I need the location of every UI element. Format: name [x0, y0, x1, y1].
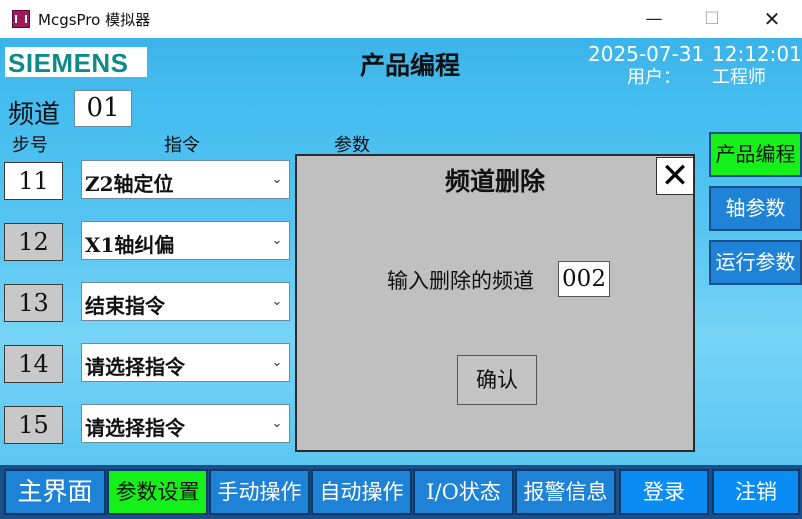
step-number-5[interactable]: 15 [4, 406, 63, 444]
bottom-nav-io-status[interactable]: I/O状态 [413, 469, 514, 515]
user-name: 工程师 [712, 67, 766, 88]
window-title: McgsPro 模拟器 [38, 11, 151, 29]
maximize-button[interactable]: ☐ [682, 0, 742, 38]
dialog-title: 频道删除 [444, 167, 545, 196]
command-value: X1轴纠偏 [85, 233, 175, 257]
delete-channel-dialog: 频道删除 ✕ 输入删除的频道 002 确认 [295, 154, 695, 452]
command-value: 结束指令 [85, 294, 165, 318]
channel-label: 频道 [8, 100, 61, 130]
command-select-5[interactable]: 请选择指令 ⌄ [81, 404, 290, 443]
minimize-button[interactable]: — [624, 0, 684, 38]
bottom-nav-alarms[interactable]: 报警信息 [515, 469, 616, 515]
bottom-nav-manual[interactable]: 手动操作 [209, 469, 310, 515]
bottom-nav-main[interactable]: 主界面 [4, 469, 106, 515]
side-nav-axis-params[interactable]: 轴参数 [709, 186, 802, 231]
command-select-2[interactable]: X1轴纠偏 ⌄ [81, 221, 290, 260]
chevron-down-icon[interactable]: ⌄ [267, 344, 287, 381]
header-bar: SIEMENS 产品编程 2025-07-31 12:12:01 用户： 工程师 [0, 38, 802, 88]
page-title: 产品编程 [359, 51, 460, 80]
step-number-2[interactable]: 12 [4, 223, 63, 261]
side-nav-run-params[interactable]: 运行参数 [709, 240, 802, 285]
command-value: 请选择指令 [85, 355, 185, 379]
dialog-prompt: 输入删除的频道 [387, 269, 534, 293]
side-nav-product-programming[interactable]: 产品编程 [709, 132, 802, 177]
hmi-screen: SIEMENS 产品编程 2025-07-31 12:12:01 用户： 工程师… [0, 38, 802, 519]
command-value: 请选择指令 [85, 416, 185, 440]
siemens-logo: SIEMENS [5, 47, 147, 78]
user-label: 用户： [627, 67, 681, 88]
logout-button[interactable]: 注销 [712, 469, 800, 515]
bottom-nav-auto[interactable]: 自动操作 [311, 469, 412, 515]
step-number-3[interactable]: 13 [4, 284, 63, 322]
step-number-1[interactable]: 11 [4, 162, 63, 200]
app-icon [12, 10, 30, 28]
command-select-4[interactable]: 请选择指令 ⌄ [81, 343, 290, 382]
delete-channel-input[interactable]: 002 [558, 261, 610, 297]
dialog-close-icon[interactable]: ✕ [656, 157, 694, 195]
command-column-header: 指令 [164, 135, 200, 156]
step-column-header: 步号 [12, 135, 48, 156]
close-window-button[interactable]: ✕ [742, 0, 802, 38]
logo-text: SIEMENS [8, 48, 129, 78]
bottom-nav-params[interactable]: 参数设置 [107, 469, 208, 515]
step-number-4[interactable]: 14 [4, 345, 63, 383]
chevron-down-icon[interactable]: ⌄ [267, 222, 287, 259]
chevron-down-icon[interactable]: ⌄ [267, 283, 287, 320]
channel-input[interactable]: 01 [74, 90, 132, 127]
chevron-down-icon[interactable]: ⌄ [267, 405, 287, 442]
command-select-3[interactable]: 结束指令 ⌄ [81, 282, 290, 321]
window-titlebar: McgsPro 模拟器 — ☐ ✕ [0, 0, 802, 38]
login-button[interactable]: 登录 [619, 469, 709, 515]
command-value: Z2轴定位 [85, 172, 174, 196]
chevron-down-icon[interactable]: ⌄ [267, 161, 287, 198]
confirm-button[interactable]: 确认 [457, 355, 537, 405]
command-select-1[interactable]: Z2轴定位 ⌄ [81, 160, 290, 199]
